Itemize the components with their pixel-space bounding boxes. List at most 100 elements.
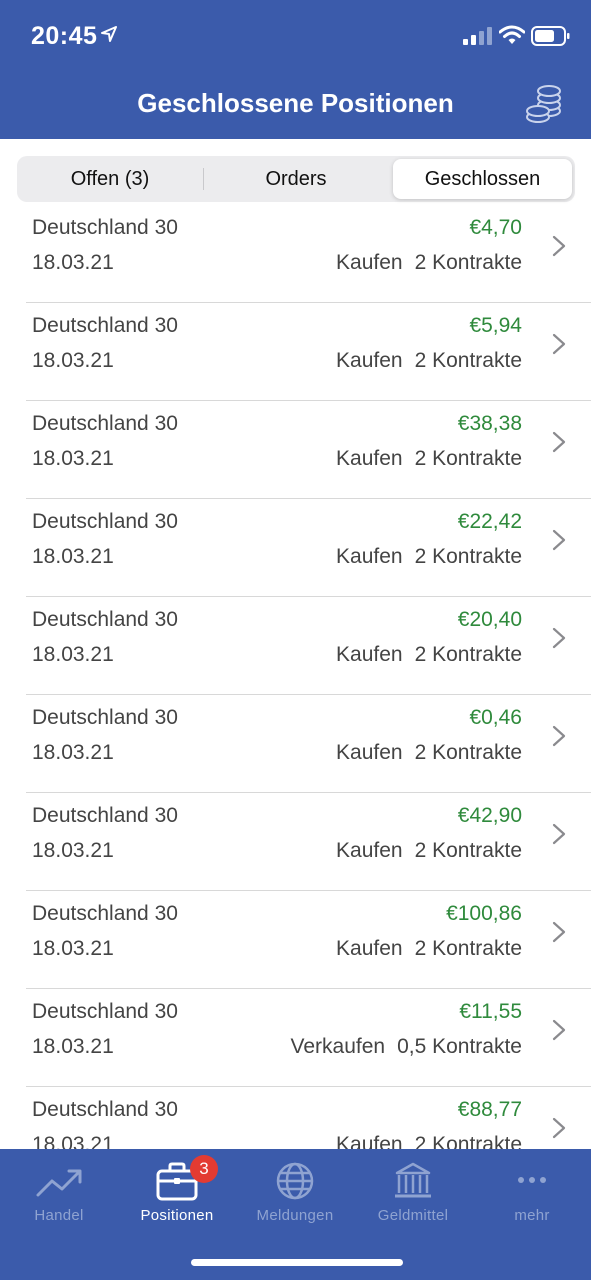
tab-handel-label: Handel [34, 1207, 84, 1224]
position-side: Kaufen [336, 447, 403, 470]
position-row[interactable]: Deutschland 30 18.03.21 €22,42 Kaufen 2 Kont… [0, 499, 591, 597]
position-row[interactable]: Deutschland 30 18.03.21 €38,38 Kaufen 2 Kont… [0, 401, 591, 499]
status-time: 20:45 [31, 22, 98, 50]
tab-positionen-label: Positionen [140, 1207, 214, 1224]
position-date: 18.03.21 [32, 839, 114, 862]
home-indicator[interactable] [191, 1259, 403, 1266]
chevron-right-icon [552, 921, 566, 943]
battery-icon [531, 26, 570, 46]
position-instrument: Deutschland 30 [32, 216, 178, 239]
position-details: Kaufen 2 Kontrakte [336, 447, 522, 471]
position-quantity: 0,5 Kontrakte [397, 1035, 522, 1058]
position-row[interactable]: Deutschland 30 18.03.21 €100,86 Kaufen 2 Kon… [0, 891, 591, 989]
position-row[interactable]: Deutschland 30 18.03.21 €4,70 Kaufen 2 Kontr… [0, 205, 591, 303]
position-details: Kaufen 2 Kontrakte [336, 545, 522, 569]
position-profit: €20,40 [457, 608, 522, 631]
position-quantity: 2 Kontrakte [414, 741, 522, 764]
position-date: 18.03.21 [32, 741, 114, 764]
segment-offen[interactable]: Offen (3) [17, 156, 203, 202]
position-instrument: Deutschland 30 [32, 314, 178, 337]
position-instrument: Deutschland 30 [32, 804, 178, 827]
tab-mehr[interactable]: mehr [473, 1149, 591, 1239]
position-profit: €100,86 [446, 902, 522, 925]
position-details: Kaufen 2 Kontrakte [336, 349, 522, 373]
tab-meldungen-label: Meldungen [256, 1207, 334, 1224]
position-date: 18.03.21 [32, 349, 114, 372]
chevron-right-icon [552, 529, 566, 551]
chevron-right-icon [552, 1019, 566, 1041]
position-details: Kaufen 2 Kontrakte [336, 741, 522, 765]
position-quantity: 2 Kontrakte [414, 839, 522, 862]
position-quantity: 2 Kontrakte [414, 937, 522, 960]
positions-count-badge: 3 [190, 1155, 218, 1183]
position-quantity: 2 Kontrakte [414, 545, 522, 568]
tab-geldmittel[interactable]: Geldmittel [354, 1149, 472, 1239]
chevron-right-icon [552, 627, 566, 649]
position-details: Kaufen 2 Kontrakte [336, 1133, 522, 1149]
tab-mehr-label: mehr [514, 1207, 550, 1224]
position-profit: €4,70 [469, 216, 522, 239]
position-profit: €88,77 [457, 1098, 522, 1121]
tab-meldungen[interactable]: Meldungen [236, 1149, 354, 1239]
wifi-icon [499, 25, 525, 44]
position-date: 18.03.21 [32, 447, 114, 470]
position-details: Kaufen 2 Kontrakte [336, 839, 522, 863]
position-side: Kaufen [336, 839, 403, 862]
position-row[interactable]: Deutschland 30 18.03.21 €88,77 Kaufen 2 Kont… [0, 1087, 591, 1149]
coins-icon[interactable] [524, 84, 564, 124]
position-date: 18.03.21 [32, 643, 114, 666]
closed-positions-list: Deutschland 30 18.03.21 €4,70 Kaufen 2 Kontr… [0, 205, 591, 1149]
chevron-right-icon [552, 823, 566, 845]
position-profit: €0,46 [469, 706, 522, 729]
position-side: Verkaufen [290, 1035, 386, 1058]
position-date: 18.03.21 [32, 545, 114, 568]
position-date: 18.03.21 [32, 937, 114, 960]
position-quantity: 2 Kontrakte [414, 251, 522, 274]
more-dots-icon [518, 1177, 546, 1183]
chevron-right-icon [552, 333, 566, 355]
location-arrow-icon [101, 26, 117, 42]
position-details: Verkaufen 0,5 Kontrakte [291, 1035, 523, 1059]
position-date: 18.03.21 [32, 251, 114, 274]
position-profit: €11,55 [459, 1000, 522, 1023]
position-date: 18.03.21 [32, 1133, 114, 1149]
bank-icon [395, 1162, 431, 1198]
position-profit: €38,38 [457, 412, 522, 435]
position-side: Kaufen [336, 643, 403, 666]
position-instrument: Deutschland 30 [32, 608, 178, 631]
app-header: 20:45 Geschlossene Positionen [0, 0, 591, 139]
position-profit: €5,94 [469, 314, 522, 337]
position-instrument: Deutschland 30 [32, 706, 178, 729]
globe-icon [276, 1162, 314, 1200]
position-quantity: 2 Kontrakte [414, 643, 522, 666]
position-row[interactable]: Deutschland 30 18.03.21 €42,90 Kaufen 2 Kont… [0, 793, 591, 891]
tab-handel[interactable]: Handel [0, 1149, 118, 1239]
tab-positionen[interactable]: Positionen [118, 1149, 236, 1239]
tab-geldmittel-label: Geldmittel [377, 1207, 449, 1224]
position-instrument: Deutschland 30 [32, 1000, 178, 1023]
position-row[interactable]: Deutschland 30 18.03.21 €11,55 Verkaufen 0,5… [0, 989, 591, 1087]
page-title: Geschlossene Positionen [137, 88, 454, 118]
position-row[interactable]: Deutschland 30 18.03.21 €0,46 Kaufen 2 Kontr… [0, 695, 591, 793]
position-instrument: Deutschland 30 [32, 412, 178, 435]
chevron-right-icon [552, 1117, 566, 1139]
position-row[interactable]: Deutschland 30 18.03.21 €5,94 Kaufen 2 Kontr… [0, 303, 591, 401]
chevron-right-icon [552, 725, 566, 747]
segment-geschlossen[interactable]: Geschlossen [393, 159, 572, 199]
position-instrument: Deutschland 30 [32, 1098, 178, 1121]
status-bar: 20:45 [0, 0, 591, 72]
position-side: Kaufen [336, 349, 403, 372]
position-quantity: 2 Kontrakte [414, 349, 522, 372]
position-side: Kaufen [336, 937, 403, 960]
chevron-right-icon [552, 235, 566, 257]
position-side: Kaufen [336, 545, 403, 568]
position-date: 18.03.21 [32, 1035, 114, 1058]
position-row[interactable]: Deutschland 30 18.03.21 €20,40 Kaufen 2 Kont… [0, 597, 591, 695]
segment-orders[interactable]: Orders [203, 156, 389, 202]
position-profit: €42,90 [457, 804, 522, 827]
chevron-right-icon [552, 431, 566, 453]
chart-trend-icon [36, 1169, 82, 1197]
position-side: Kaufen [336, 741, 403, 764]
position-quantity: 2 Kontrakte [414, 1133, 522, 1149]
position-details: Kaufen 2 Kontrakte [336, 643, 522, 667]
